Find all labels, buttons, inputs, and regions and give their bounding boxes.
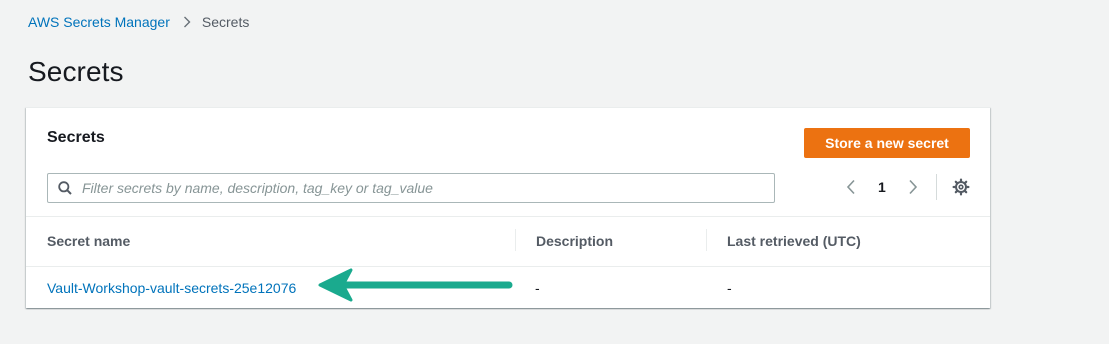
- panel-title: Secrets: [47, 129, 105, 146]
- secret-name-link[interactable]: Vault-Workshop-vault-secrets-25e12076: [47, 280, 296, 296]
- description-cell: -: [535, 280, 540, 296]
- page-number-current[interactable]: 1: [878, 179, 886, 195]
- store-new-secret-button[interactable]: Store a new secret: [804, 128, 970, 158]
- last-retrieved-cell: -: [727, 280, 732, 296]
- toolbar-divider: [936, 174, 937, 200]
- pagination: 1: [846, 176, 918, 198]
- gear-icon[interactable]: [952, 178, 970, 196]
- secret-name-cell: Vault-Workshop-vault-secrets-25e12076: [47, 280, 296, 296]
- search-input[interactable]: [80, 179, 774, 197]
- breadcrumb-link-secrets-manager[interactable]: AWS Secrets Manager: [28, 14, 170, 30]
- column-divider[interactable]: [515, 229, 516, 251]
- arrow-left-icon: [318, 268, 513, 302]
- breadcrumb-current: Secrets: [201, 14, 250, 30]
- column-divider[interactable]: [706, 229, 707, 251]
- chevron-left-icon[interactable]: [846, 179, 856, 195]
- breadcrumb: AWS Secrets Manager Secrets: [28, 14, 249, 30]
- chevron-right-icon: [183, 16, 191, 28]
- column-header-description[interactable]: Description: [536, 233, 613, 249]
- page-title: Secrets: [28, 56, 124, 87]
- column-header-last-retrieved[interactable]: Last retrieved (UTC): [727, 233, 861, 249]
- chevron-right-icon[interactable]: [908, 179, 918, 195]
- search-icon: [58, 181, 72, 195]
- column-header-secret-name[interactable]: Secret name: [47, 233, 130, 249]
- search-box: [47, 173, 775, 203]
- panel-header: Secrets Store a new secret 1: [26, 108, 990, 217]
